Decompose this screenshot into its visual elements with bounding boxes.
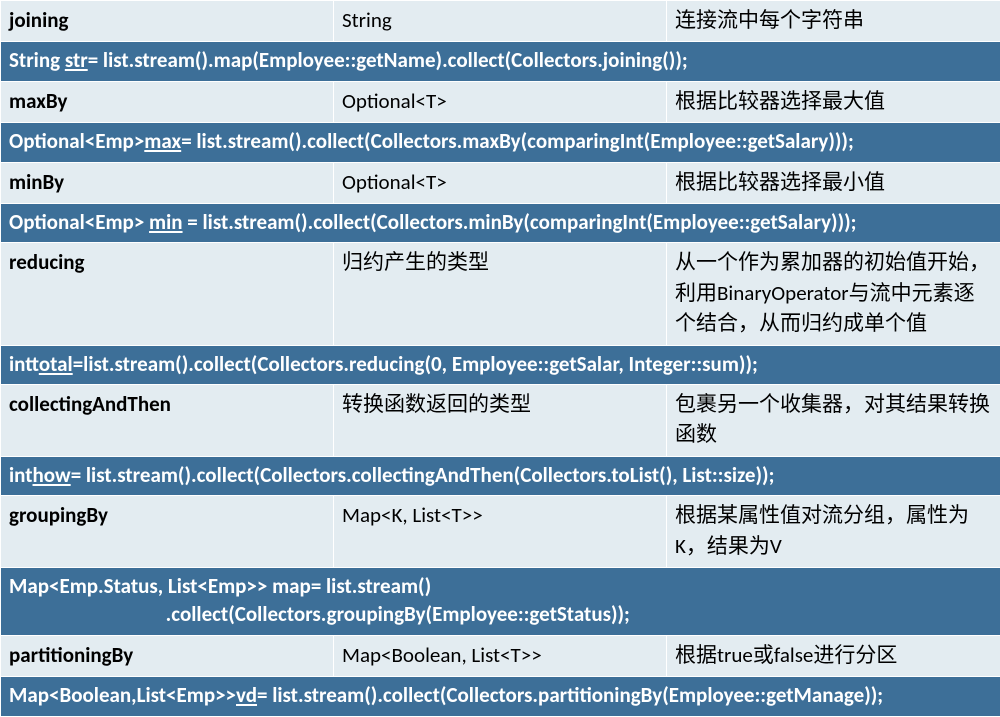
code-example-row: String str= list.stream().map(Employee::… xyxy=(1,42,1000,81)
return-type: Map<K, List<T>> xyxy=(334,496,667,568)
collector-name: maxBy xyxy=(1,81,334,122)
code-example-row: inthow= list.stream().collect(Collectors… xyxy=(1,456,1000,495)
code-example: Optional<Emp>max= list.stream().collect(… xyxy=(1,123,1000,162)
table-row: maxByOptional<T>根据比较器选择最大值 xyxy=(1,81,1000,122)
collector-name: reducing xyxy=(1,243,334,345)
table-row: minByOptional<T>根据比较器选择最小值 xyxy=(1,162,1000,203)
collectors-table: joiningString连接流中每个字符串String str= list.s… xyxy=(0,0,1000,717)
collector-name: collectingAndThen xyxy=(1,385,334,457)
code-example: Map<Emp.Status, List<Emp>> map= list.str… xyxy=(1,568,1000,636)
table-row: reducing归约产生的类型从一个作为累加器的初始值开始，利用BinaryOp… xyxy=(1,243,1000,345)
return-type: String xyxy=(334,1,667,42)
code-example-row: Map<Boolean,List<Emp>>vd= list.stream().… xyxy=(1,677,1000,716)
return-type: 转换函数返回的类型 xyxy=(334,385,667,457)
code-example: Map<Boolean,List<Emp>>vd= list.stream().… xyxy=(1,677,1000,716)
return-type: Optional<T> xyxy=(334,162,667,203)
code-example: String str= list.stream().map(Employee::… xyxy=(1,42,1000,81)
description: 根据比较器选择最大值 xyxy=(667,81,1000,122)
collector-name: groupingBy xyxy=(1,496,334,568)
collector-name: partitioningBy xyxy=(1,635,334,676)
collector-name: minBy xyxy=(1,162,334,203)
code-example: inthow= list.stream().collect(Collectors… xyxy=(1,456,1000,495)
code-example-row: Map<Emp.Status, List<Emp>> map= list.str… xyxy=(1,568,1000,636)
return-type: 归约产生的类型 xyxy=(334,243,667,345)
return-type: Map<Boolean, List<T>> xyxy=(334,635,667,676)
description: 根据true或false进行分区 xyxy=(667,635,1000,676)
table-row: partitioningByMap<Boolean, List<T>>根据tru… xyxy=(1,635,1000,676)
code-example: inttotal=list.stream().collect(Collector… xyxy=(1,345,1000,384)
code-example-row: Optional<Emp>max= list.stream().collect(… xyxy=(1,123,1000,162)
code-example-row: Optional<Emp> min = list.stream().collec… xyxy=(1,204,1000,243)
collector-name: joining xyxy=(1,1,334,42)
description: 连接流中每个字符串 xyxy=(667,1,1000,42)
return-type: Optional<T> xyxy=(334,81,667,122)
code-example: Optional<Emp> min = list.stream().collec… xyxy=(1,204,1000,243)
table-row: joiningString连接流中每个字符串 xyxy=(1,1,1000,42)
description: 包裹另一个收集器，对其结果转换函数 xyxy=(667,385,1000,457)
table-row: collectingAndThen转换函数返回的类型包裹另一个收集器，对其结果转… xyxy=(1,385,1000,457)
description: 从一个作为累加器的初始值开始，利用BinaryOperator与流中元素逐个结合… xyxy=(667,243,1000,345)
description: 根据某属性值对流分组，属性为K，结果为V xyxy=(667,496,1000,568)
code-example-row: inttotal=list.stream().collect(Collector… xyxy=(1,345,1000,384)
table-row: groupingByMap<K, List<T>>根据某属性值对流分组，属性为K… xyxy=(1,496,1000,568)
description: 根据比较器选择最小值 xyxy=(667,162,1000,203)
